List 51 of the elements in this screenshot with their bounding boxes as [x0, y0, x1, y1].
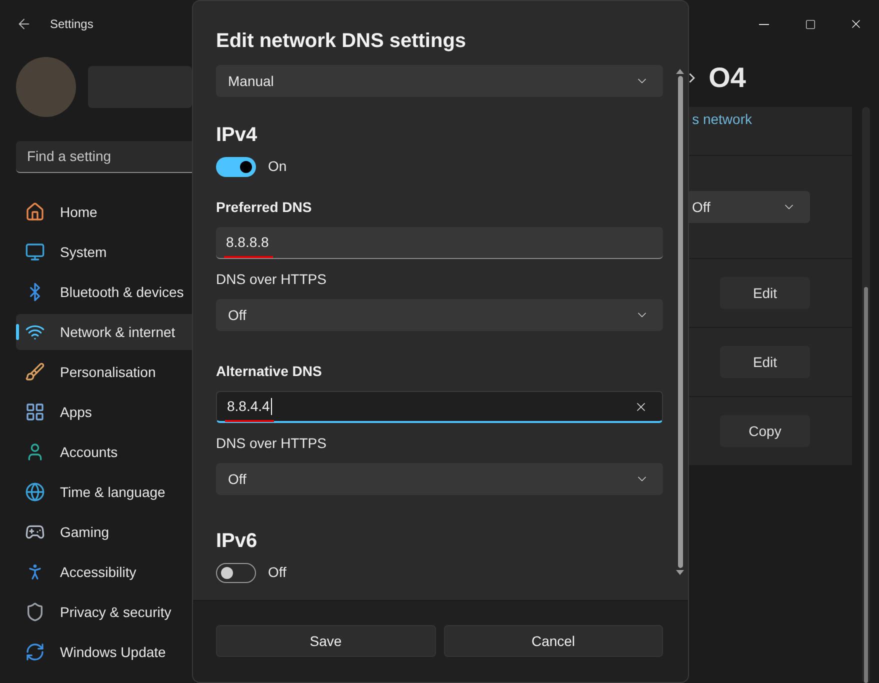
field-label: Preferred DNS: [216, 198, 312, 217]
house-icon: [25, 202, 45, 222]
dns-value: 8.8.4.4: [227, 396, 270, 417]
nav-item[interactable]: Home: [16, 194, 192, 230]
update-icon: [25, 642, 45, 662]
section-heading: IPv4: [216, 123, 258, 147]
breadcrumb-chevron-icon: [688, 72, 695, 82]
dialog-title: Edit network DNS settings: [216, 29, 468, 53]
scrollbar[interactable]: [862, 107, 870, 683]
nav-item[interactable]: Personalisation: [16, 354, 192, 390]
row-button[interactable]: Copy: [720, 415, 810, 447]
field-label: DNS over HTTPS: [216, 270, 326, 289]
row-button[interactable]: Edit: [720, 346, 810, 378]
toggle-switch[interactable]: [216, 562, 256, 582]
dns-mode-dropdown[interactable]: Manual: [216, 65, 663, 97]
dns-value: 8.8.8.8: [226, 232, 269, 253]
dns-input-field[interactable]: 8.8.4.4: [216, 391, 663, 423]
nav-item[interactable]: Apps: [16, 394, 192, 430]
nav-item[interactable]: Accessibility: [16, 554, 192, 590]
nav-item[interactable]: Gaming: [16, 514, 192, 550]
nav-item[interactable]: Network & internet: [16, 314, 192, 350]
field-label: DNS over HTTPS: [216, 434, 326, 453]
selection-indicator: [16, 324, 19, 340]
nav-item[interactable]: Privacy & security: [16, 594, 192, 630]
apps-grid-icon: [25, 402, 45, 422]
dns-input-field[interactable]: 8.8.8.8: [216, 227, 663, 259]
monitor-icon: [25, 242, 45, 262]
dialog-button[interactable]: Cancel: [444, 625, 663, 657]
network-link[interactable]: s network: [692, 109, 752, 130]
nav-item[interactable]: Time & language: [16, 474, 192, 510]
toggle-label: Off: [268, 563, 286, 582]
dialog-button[interactable]: Save: [216, 625, 436, 657]
dns-over-https-dropdown[interactable]: Off: [216, 299, 663, 331]
page-title: O4: [708, 60, 746, 94]
toggle-label: On: [268, 157, 287, 176]
text-cursor: [270, 398, 272, 415]
field-label: Alternative DNS: [216, 362, 322, 381]
dns-over-https-dropdown[interactable]: Off: [216, 463, 663, 495]
row-button[interactable]: Edit: [720, 277, 810, 309]
window-title: Settings: [50, 16, 94, 33]
nav-item[interactable]: System: [16, 234, 192, 270]
nav-item[interactable]: Accounts: [16, 434, 192, 470]
section-heading: IPv6: [216, 529, 258, 553]
maximize-icon: [804, 18, 816, 30]
scrollbar[interactable]: [676, 69, 684, 575]
search-field[interactable]: Find a setting: [16, 141, 192, 173]
shield-icon: [25, 602, 45, 622]
nav-item[interactable]: Bluetooth & devices: [16, 274, 192, 310]
nav-item[interactable]: Windows Update: [16, 634, 192, 670]
brush-icon: [25, 362, 45, 382]
toggle-switch[interactable]: [216, 156, 256, 176]
